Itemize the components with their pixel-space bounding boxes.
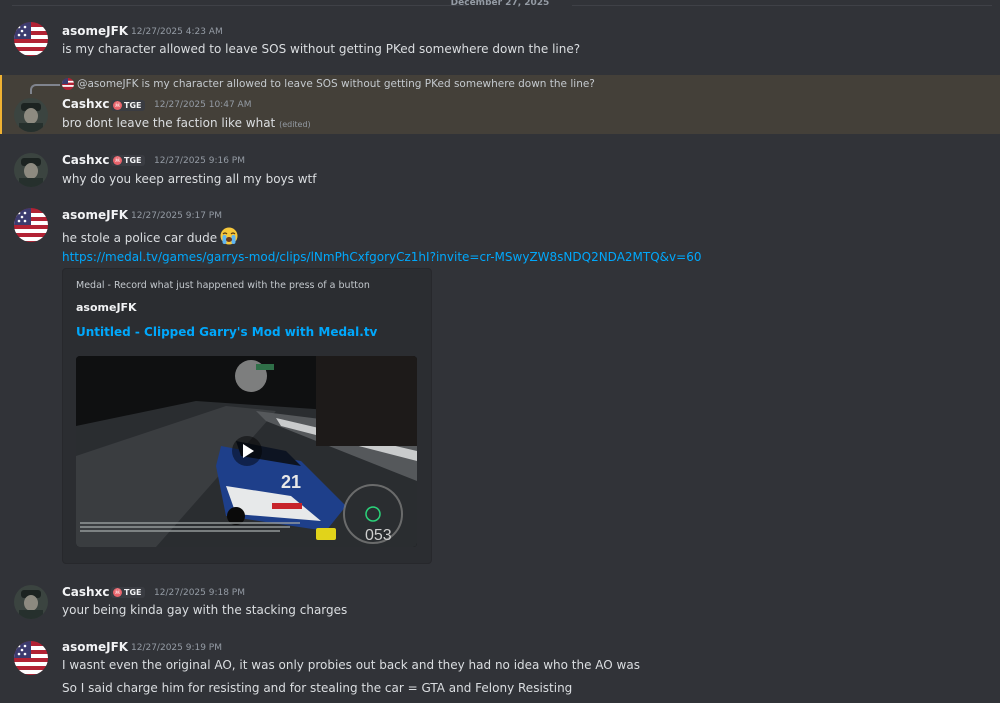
username[interactable]: Cashxc [62,153,109,167]
guild-tag[interactable]: ☠ TGE [111,100,145,111]
username[interactable]: asomeJFK [62,24,128,38]
message-text-body: he stole a police car dude [62,230,218,245]
play-icon [243,444,254,458]
embed-provider[interactable]: Medal - Record what just happened with t… [76,280,370,291]
play-button[interactable] [232,436,262,466]
username[interactable]: Cashxc [62,585,109,599]
reply-avatar [62,78,74,90]
avatar-cashxc[interactable] [14,153,48,187]
embed-author[interactable]: asomeJFK [76,301,137,314]
username[interactable]: Cashxc [62,97,109,111]
timestamp[interactable]: 12/27/2025 9:19 PM [131,643,222,653]
username[interactable]: asomeJFK [62,640,128,654]
flag-avatar-icon [62,78,74,90]
timestamp[interactable]: 12/27/2025 9:18 PM [154,588,245,598]
timestamp[interactable]: 12/27/2025 4:23 AM [131,27,223,37]
soldier-avatar-icon [14,98,48,132]
flag-avatar-icon [14,22,48,56]
reply-mention[interactable]: @asomeJFK [77,78,139,90]
message-text: is my character allowed to leave SOS wit… [62,42,581,56]
avatar-asomejfk[interactable] [14,22,48,56]
guild-tag[interactable]: ☠ TGE [111,155,145,166]
reply-reference[interactable]: @asomeJFK is my character allowed to lea… [62,78,595,90]
message-text: So I said charge him for resisting and f… [62,681,573,695]
skull-tag-icon: ☠ [113,588,122,597]
loudly-crying-face-icon[interactable] [220,227,238,248]
timestamp[interactable]: 12/27/2025 9:17 PM [131,211,222,221]
timestamp[interactable]: 12/27/2025 9:16 PM [154,156,245,166]
flag-avatar-icon [14,208,48,242]
link-embed: Medal - Record what just happened with t… [62,268,432,564]
guild-tag[interactable]: ☠ TGE [111,587,145,598]
avatar-cashxc[interactable] [14,98,48,132]
username[interactable]: asomeJFK [62,208,128,222]
embed-title[interactable]: Untitled - Clipped Garry's Mod with Meda… [76,325,377,339]
speedometer-readout: 053 [365,527,392,544]
flag-avatar-icon [14,641,48,675]
avatar-asomejfk[interactable] [14,641,48,675]
skull-tag-icon: ☠ [113,101,122,110]
message-text: he stole a police car dude [62,227,238,248]
guild-tag-label: TGE [124,588,142,597]
message-text: why do you keep arresting all my boys wt… [62,172,317,186]
guild-tag-label: TGE [124,101,142,110]
skull-tag-icon: ☠ [113,156,122,165]
message-link[interactable]: https://medal.tv/games/garrys-mod/clips/… [62,250,701,264]
soldier-avatar-icon [14,585,48,619]
message-text-body: bro dont leave the faction like what [62,116,276,130]
message: asomeJFK 12/27/2025 4:23 AM is my charac… [0,0,1000,70]
edited-label: (edited) [279,120,311,129]
reply-spine [30,84,60,94]
message-text: your being kinda gay with the stacking c… [62,603,348,617]
message-text: I wasnt even the original AO, it was onl… [62,658,640,672]
soldier-avatar-icon [14,153,48,187]
embed-video-thumbnail[interactable]: 21 053 [76,356,417,547]
highlight-bar [0,75,2,134]
reply-text: is my character allowed to leave SOS wit… [141,78,595,90]
car-number-label: 21 [281,472,301,492]
avatar-asomejfk[interactable] [14,208,48,242]
timestamp[interactable]: 12/27/2025 10:47 AM [154,100,251,110]
guild-tag-label: TGE [124,156,142,165]
message-text: bro dont leave the faction like what (ed… [62,116,311,130]
avatar-cashxc[interactable] [14,585,48,619]
